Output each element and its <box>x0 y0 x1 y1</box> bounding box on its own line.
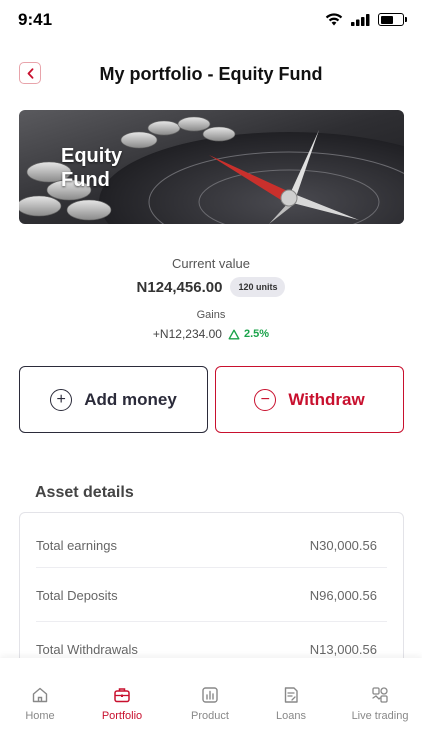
status-icons <box>325 13 407 26</box>
bottom-nav: Home Portfolio Product Loans Live tradin… <box>0 658 422 750</box>
asset-row-withdrawals: Total Withdrawals N13,000.56 <box>36 642 377 657</box>
current-value-label: Current value <box>171 256 251 271</box>
document-icon <box>284 687 298 703</box>
gains-percent: 2.5% <box>243 328 270 340</box>
nav-item-product[interactable]: Product <box>168 686 252 722</box>
asset-row-label: Total Deposits <box>36 588 118 603</box>
current-value-row: N124,456.00 120 units <box>0 277 422 297</box>
asset-row-label: Total earnings <box>36 538 117 553</box>
nav-label: Portfolio <box>101 710 143 722</box>
asset-details-card: Total earnings N30,000.56 Total Deposits… <box>19 512 404 672</box>
nav-item-loans[interactable]: Loans <box>249 686 333 722</box>
trading-icon <box>372 687 388 703</box>
battery-icon <box>378 13 407 26</box>
gains-label: Gains <box>196 309 226 321</box>
nav-item-portfolio[interactable]: Portfolio <box>80 686 164 722</box>
briefcase-icon <box>114 688 130 703</box>
row-divider <box>36 621 387 622</box>
asset-row-value: N30,000.56 <box>309 538 377 553</box>
signal-icon <box>351 13 370 26</box>
asset-row-deposits: Total Deposits N96,000.56 <box>36 588 377 603</box>
nav-item-live-trading[interactable]: Live trading <box>338 686 422 722</box>
fund-banner: Equity Fund <box>19 110 404 224</box>
withdraw-button[interactable]: − Withdraw <box>215 366 404 433</box>
asset-details-heading: Asset details <box>35 484 134 501</box>
nav-label: Live trading <box>351 710 409 722</box>
row-divider <box>36 567 387 568</box>
home-icon <box>32 687 48 703</box>
units-badge: 120 units <box>230 277 286 297</box>
wifi-icon <box>325 13 343 26</box>
current-value-amount: N124,456.00 <box>136 278 223 296</box>
gains-amount: +N12,234.00 <box>152 327 222 341</box>
gains-percent-badge: 2.5% <box>228 328 269 340</box>
nav-label: Product <box>191 710 229 722</box>
triangle-up-icon <box>228 329 240 339</box>
asset-row-value: N13,000.56 <box>309 642 377 657</box>
asset-row-label: Total Withdrawals <box>36 642 138 657</box>
minus-circle-icon: − <box>254 388 277 411</box>
header: My portfolio - Equity Fund <box>0 58 422 92</box>
nav-label: Loans <box>276 710 306 722</box>
chart-icon <box>202 687 218 703</box>
asset-row-value: N96,000.56 <box>309 588 377 603</box>
status-time: 9:41 <box>18 10 53 29</box>
withdraw-label: Withdraw <box>288 389 365 409</box>
plus-circle-icon: + <box>50 388 73 411</box>
gains-row: +N12,234.00 2.5% <box>0 327 422 341</box>
add-money-label: Add money <box>84 389 177 409</box>
nav-label: Home <box>25 710 55 722</box>
add-money-button[interactable]: + Add money <box>19 366 208 433</box>
asset-row-earnings: Total earnings N30,000.56 <box>36 538 377 553</box>
nav-item-home[interactable]: Home <box>0 686 82 722</box>
page-title: My portfolio - Equity Fund <box>99 64 323 84</box>
status-bar: 9:41 <box>0 0 422 44</box>
banner-title: Equity Fund <box>61 145 123 191</box>
